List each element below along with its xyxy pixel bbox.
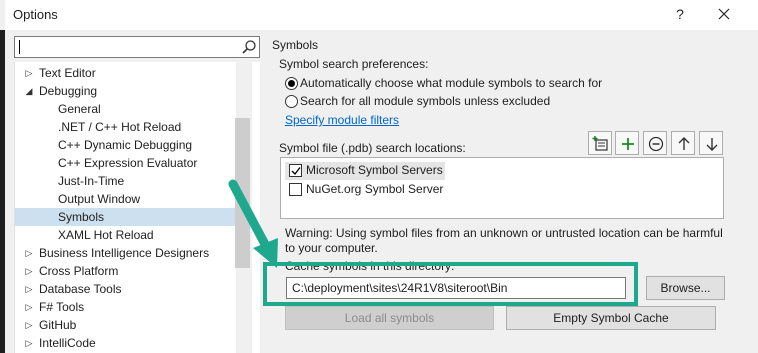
- radio-search-all[interactable]: [285, 95, 298, 108]
- load-all-symbols-button[interactable]: Load all symbols: [285, 306, 494, 330]
- tree-item-general[interactable]: General: [15, 100, 237, 118]
- radio-auto-choose[interactable]: [285, 77, 298, 90]
- tree-item-label: XAML Hot Reload: [58, 228, 154, 242]
- tree-item-symbols[interactable]: Symbols: [15, 208, 237, 226]
- tree-item-label: F# Tools: [39, 300, 85, 314]
- checkbox-microsoft-symbol-servers[interactable]: [289, 164, 302, 177]
- search-locations-label: Symbol file (.pdb) search locations:: [279, 141, 466, 155]
- expand-arrow-icon[interactable]: ▷: [23, 334, 35, 352]
- expand-arrow-icon[interactable]: ▷: [23, 64, 35, 82]
- tree-item-intellicode[interactable]: ▷ IntelliCode: [15, 334, 237, 352]
- search-locations-list: Microsoft Symbol Servers NuGet.org Symbo…: [280, 157, 724, 219]
- close-button[interactable]: [713, 4, 735, 24]
- collapse-arrow-icon[interactable]: ◢: [23, 82, 35, 100]
- tree-item-label: Symbols: [58, 210, 105, 224]
- window-title: Options: [13, 7, 58, 22]
- browse-button[interactable]: Browse...: [646, 276, 725, 300]
- text-caret: [19, 40, 20, 54]
- list-item-microsoft-symbol-servers[interactable]: Microsoft Symbol Servers: [306, 163, 443, 177]
- tree-item-label: .NET / C++ Hot Reload: [58, 120, 182, 134]
- close-icon: [718, 8, 730, 20]
- tree-item-xaml-hot-reload[interactable]: XAML Hot Reload: [15, 226, 237, 244]
- checkbox-nuget-symbol-server[interactable]: [289, 183, 302, 196]
- options-search-input[interactable]: [17, 38, 235, 56]
- checkmark-icon: [291, 167, 301, 176]
- tree-item-label: General: [58, 102, 101, 116]
- tree-item-label: C++ Expression Evaluator: [58, 156, 198, 170]
- tree-scrollbar-thumb[interactable]: [235, 118, 250, 268]
- minus-circle-icon: [648, 136, 664, 152]
- cache-directory-label: Cache symbols in this directory:: [285, 259, 455, 273]
- new-location-icon: [592, 136, 608, 151]
- tree-item-label: Text Editor: [39, 66, 96, 80]
- arrow-down-icon: [706, 138, 718, 151]
- expand-arrow-icon[interactable]: ▷: [23, 262, 35, 280]
- tree-item-label: Business Intelligence Designers: [39, 246, 210, 260]
- options-tree: ▷ Text Editor ◢ Debugging General .NET / C++ …: [14, 62, 260, 353]
- tree-item-label: IntelliCode: [39, 336, 96, 350]
- module-filters-link[interactable]: Specify module filters: [285, 113, 399, 127]
- add-new-location-button[interactable]: [588, 131, 612, 155]
- tree-item-debugging[interactable]: ◢ Debugging: [15, 82, 237, 100]
- tree-item-cross-platform[interactable]: ▷ Cross Platform: [15, 262, 237, 280]
- move-up-button[interactable]: [671, 131, 695, 155]
- security-warning-text: Warning: Using symbol files from an unkn…: [285, 226, 723, 255]
- tree-item-label: Database Tools: [39, 282, 122, 296]
- tree-item-label: C++ Dynamic Debugging: [58, 138, 193, 152]
- tree-item-f-tools[interactable]: ▷ F# Tools: [15, 298, 237, 316]
- tree-item-database-tools[interactable]: ▷ Database Tools: [15, 280, 237, 298]
- tree-item-text-editor[interactable]: ▷ Text Editor: [15, 64, 237, 82]
- expand-arrow-icon[interactable]: ▷: [23, 244, 35, 262]
- help-button[interactable]: ?: [670, 4, 690, 24]
- tree-item-net-c-hot-reload[interactable]: .NET / C++ Hot Reload: [15, 118, 237, 136]
- search-icon[interactable]: [241, 39, 257, 55]
- tree-item-just-in-time[interactable]: Just-In-Time: [15, 172, 237, 190]
- cache-directory-input[interactable]: C:\deployment\sites\24R1V8\siteroot\Bin: [286, 277, 626, 299]
- tree-item-label: GitHub: [39, 318, 77, 332]
- list-item-nuget-symbol-server[interactable]: NuGet.org Symbol Server: [306, 182, 443, 196]
- title-bar: Options ?: [5, 0, 758, 30]
- plus-icon: [622, 138, 634, 150]
- options-search-box[interactable]: [14, 36, 260, 58]
- expand-arrow-icon[interactable]: ▷: [23, 280, 35, 298]
- page-title: Symbols: [272, 38, 319, 52]
- tree-item-github[interactable]: ▷ GitHub: [15, 316, 237, 334]
- tree-item-label: Output Window: [58, 192, 141, 206]
- tree-item-output-window[interactable]: Output Window: [15, 190, 237, 208]
- tree-item-label: Debugging: [39, 84, 98, 98]
- expand-arrow-icon[interactable]: ▷: [23, 298, 35, 316]
- tree-item-c-expression-evaluator[interactable]: C++ Expression Evaluator: [15, 154, 237, 172]
- tree-item-c-dynamic-debugging[interactable]: C++ Dynamic Debugging: [15, 136, 237, 154]
- arrow-up-icon: [678, 137, 690, 150]
- radio-auto-choose-label[interactable]: Automatically choose what module symbols…: [300, 76, 602, 90]
- expand-arrow-icon[interactable]: ▷: [23, 316, 35, 334]
- remove-location-button[interactable]: [643, 131, 667, 155]
- tree-item-business-intelligence-designers[interactable]: ▷ Business Intelligence Designers: [15, 244, 237, 262]
- empty-symbol-cache-button[interactable]: Empty Symbol Cache: [506, 306, 716, 330]
- add-location-button[interactable]: [615, 131, 639, 155]
- tree-item-label: Cross Platform: [39, 264, 119, 278]
- move-down-button[interactable]: [699, 131, 723, 155]
- radio-search-all-label[interactable]: Search for all module symbols unless exc…: [300, 94, 550, 108]
- options-dialog: Options ? ▷ Text Editor ◢ Debugging General.…: [5, 0, 758, 353]
- tree-item-label: Just-In-Time: [58, 174, 125, 188]
- search-preferences-label: Symbol search preferences:: [279, 57, 429, 71]
